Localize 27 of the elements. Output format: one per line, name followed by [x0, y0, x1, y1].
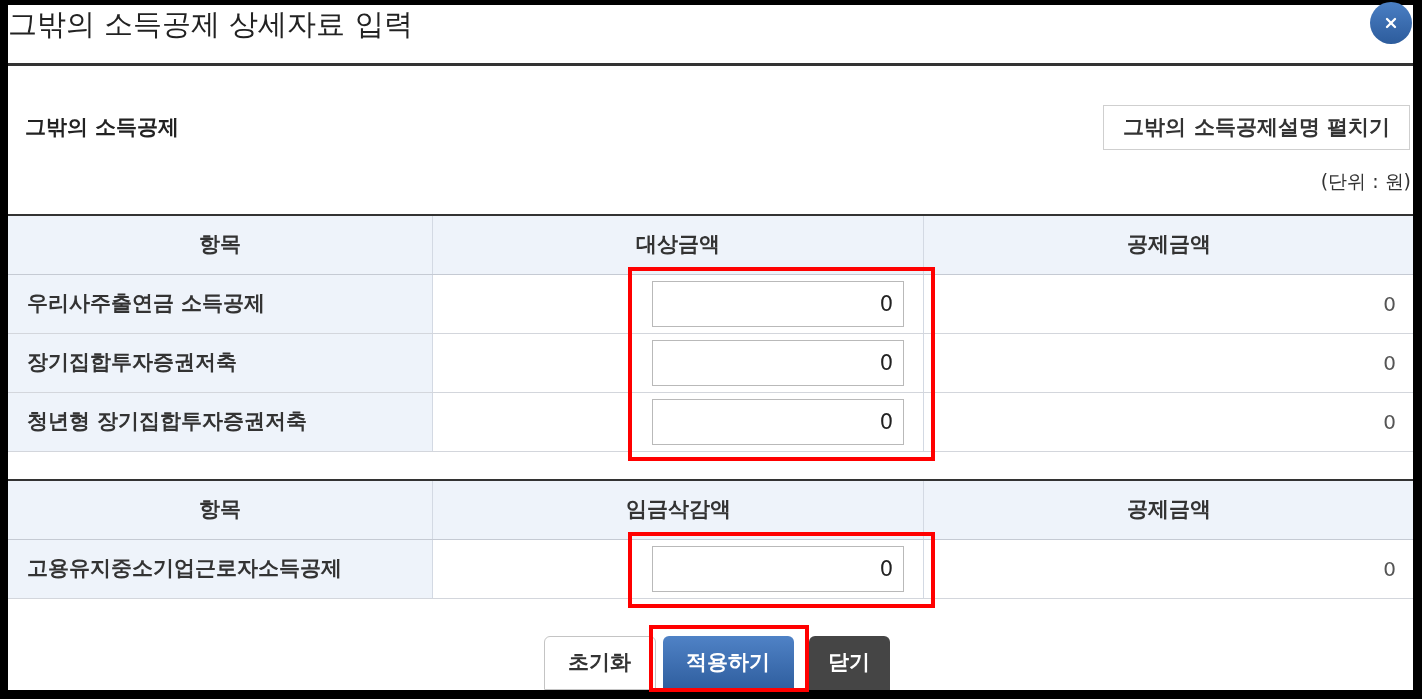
column-header: 공제금액: [923, 216, 1413, 274]
amount-input[interactable]: 0: [652, 399, 904, 445]
row-label: 고용유지중소기업근로자소득공제: [8, 540, 432, 598]
amount-input[interactable]: 0: [652, 281, 904, 327]
column-header: 임금삭감액: [432, 481, 923, 539]
column-header: 항목: [8, 216, 432, 274]
expand-button[interactable]: 그밖의 소득공제설명 펼치기: [1103, 105, 1410, 150]
section-heading: 그밖의 소득공제: [25, 113, 180, 141]
deduction-amount: 0: [1383, 291, 1396, 318]
unit-note: (단위 : 원): [1320, 170, 1411, 192]
dialog-title: 그밖의 소득공제 상세자료 입력: [8, 6, 413, 42]
row-label: 우리사주출연금 소득공제: [8, 275, 432, 333]
column-header: 항목: [8, 481, 432, 539]
close-button[interactable]: [1370, 2, 1412, 44]
close-icon: [1383, 15, 1399, 31]
dialog-button[interactable]: 초기화: [543, 636, 656, 690]
deduction-amount: 0: [1383, 409, 1396, 436]
row-label: 장기집합투자증권저축: [8, 334, 432, 392]
amount-input[interactable]: 0: [652, 340, 904, 386]
deduction-amount: 0: [1383, 556, 1396, 583]
dialog-button[interactable]: 닫기: [808, 636, 890, 690]
amount-input[interactable]: 0: [652, 546, 904, 592]
column-header: 대상금액: [432, 216, 923, 274]
deduction-amount: 0: [1383, 350, 1396, 377]
row-label: 청년형 장기집합투자증권저축: [8, 393, 432, 451]
dialog-button[interactable]: 적용하기: [662, 636, 794, 690]
column-header: 공제금액: [923, 481, 1413, 539]
